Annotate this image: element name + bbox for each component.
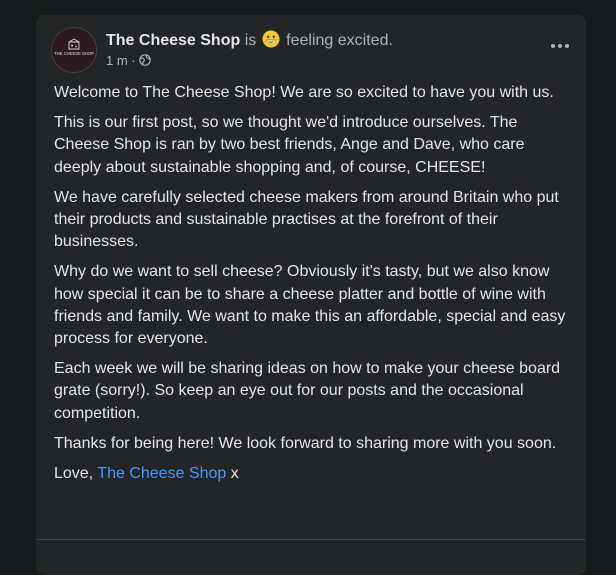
avatar[interactable]: THE CHEESE SHOP: [52, 28, 96, 72]
divider: [36, 539, 586, 540]
author-line: The Cheese Shop is feeling excited.: [106, 30, 393, 51]
cheese-shop-logo: THE CHEESE SHOP: [52, 28, 96, 72]
post-body: Welcome to The Cheese Shop! We are so ex…: [54, 82, 569, 493]
post-paragraph: Why do we want to sell cheese? Obviously…: [54, 263, 566, 348]
post-paragraph: This is our first post, so we thought we…: [54, 114, 525, 176]
meta-separator: ·: [131, 53, 136, 68]
post-header: THE CHEESE SHOP The Cheese Shop is feeli…: [52, 28, 570, 74]
timestamp[interactable]: 1 m: [106, 53, 128, 68]
signoff-suffix: x: [230, 465, 239, 483]
signoff-prefix: Love,: [54, 465, 94, 483]
post-paragraph: Welcome to The Cheese Shop! We are so ex…: [54, 84, 554, 101]
post-signoff: Love, The Cheese Shop x: [54, 463, 569, 485]
avatar-logo-text: THE CHEESE SHOP: [54, 51, 94, 56]
post-paragraph: We have carefully selected cheese makers…: [54, 188, 559, 251]
feeling-text: feeling excited.: [286, 32, 393, 49]
more-options-button[interactable]: [542, 28, 578, 64]
author-name[interactable]: The Cheese Shop: [106, 32, 240, 49]
post-paragraph: Thanks for being here! We look forward t…: [54, 434, 557, 452]
post-card: THE CHEESE SHOP The Cheese Shop is feeli…: [36, 15, 586, 575]
grinning-face-emoji-icon: [262, 30, 280, 48]
post-paragraph: Each week we will be sharing ideas on ho…: [54, 360, 561, 422]
more-horizontal-icon: [551, 44, 569, 48]
globe-icon[interactable]: [139, 54, 152, 66]
page-link[interactable]: The Cheese Shop: [97, 465, 226, 482]
post-meta: 1 m ·: [106, 53, 152, 69]
is-text: is: [244, 32, 257, 49]
